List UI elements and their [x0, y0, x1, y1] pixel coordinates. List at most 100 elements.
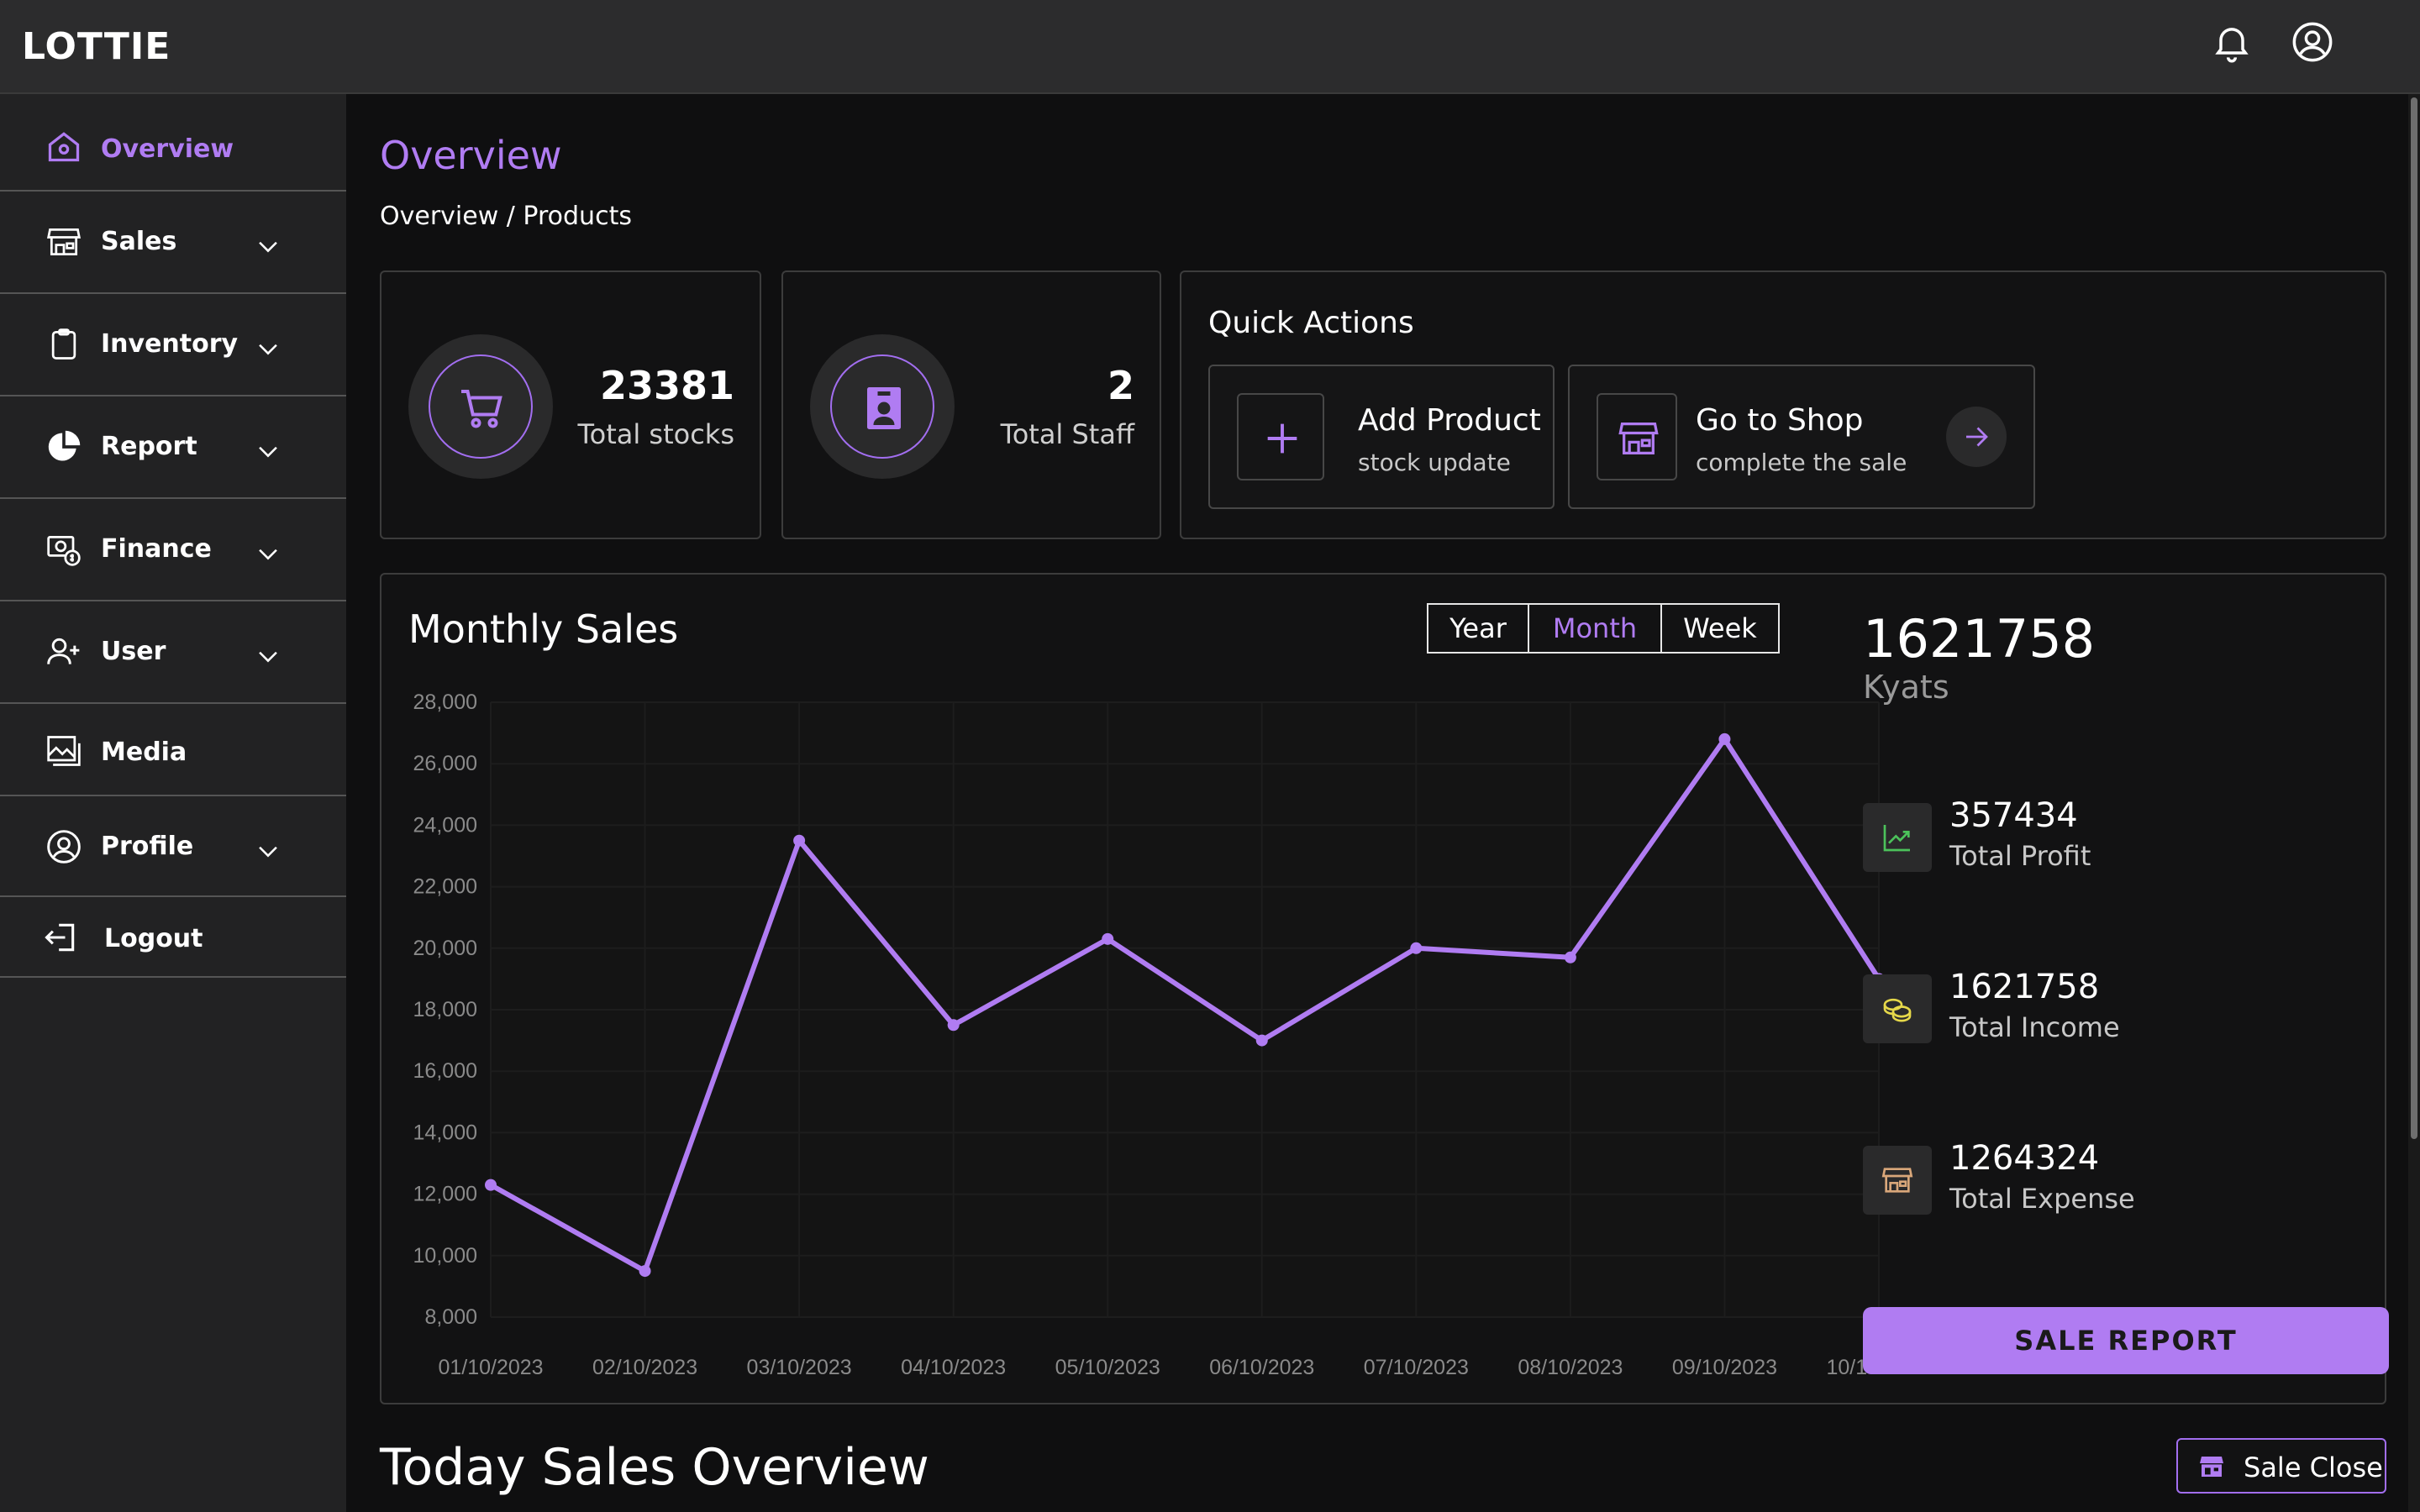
image-icon: [45, 732, 82, 769]
y-tick-label: 18,000: [413, 998, 477, 1021]
y-tick-label: 24,000: [413, 813, 477, 837]
x-tick-label: 05/10/2023: [1055, 1356, 1160, 1379]
app-logo[interactable]: LOTTIE: [22, 25, 171, 68]
income-label: Total Income: [1949, 1011, 2120, 1043]
add-product-sublabel: stock update: [1358, 449, 1511, 476]
x-tick-label: 09/10/2023: [1672, 1356, 1777, 1379]
data-point: [485, 1179, 497, 1191]
sidebar-item-label: Inventory: [101, 329, 239, 359]
x-tick-label: 07/10/2023: [1364, 1356, 1469, 1379]
y-tick-label: 16,000: [413, 1059, 477, 1083]
monthly-sales-card: Monthly Sales Year Month Week 8,000 10,00…: [380, 573, 2389, 1404]
sidebar-item-profile[interactable]: Profile: [0, 796, 346, 897]
data-point: [947, 1019, 960, 1032]
x-tick-label: 02/10/2023: [592, 1356, 697, 1379]
cart-icon: [461, 390, 502, 428]
arrow-right-icon[interactable]: [1946, 407, 2007, 467]
data-point: [639, 1265, 651, 1278]
go-to-shop-sublabel: complete the sale: [1696, 449, 1907, 476]
sidebar-item-user[interactable]: User: [0, 601, 346, 704]
y-tick-label: 14,000: [413, 1121, 477, 1144]
bell-icon[interactable]: [2210, 20, 2254, 64]
profit-value: 357434: [1949, 796, 2078, 835]
trending-up-icon: [1863, 803, 1932, 872]
x-tick-label: 08/10/2023: [1518, 1356, 1623, 1379]
data-point: [1102, 932, 1114, 945]
sidebar-item-logout[interactable]: Logout: [0, 897, 346, 978]
x-tick-label: 01/10/2023: [438, 1356, 543, 1379]
sale-close-label: Sale Close: [2244, 1452, 2383, 1483]
data-point: [1255, 1034, 1268, 1047]
expense-value: 1264324: [1949, 1139, 2100, 1178]
coins-icon: [1863, 974, 1932, 1043]
sidebar-item-finance[interactable]: Finance: [0, 499, 346, 601]
go-to-shop-label: Go to Shop: [1696, 403, 1864, 438]
today-sales-title: Today Sales Overview: [380, 1438, 929, 1497]
account-icon[interactable]: [2291, 20, 2334, 64]
x-tick-label: 04/10/2023: [901, 1356, 1006, 1379]
sidebar-item-sales[interactable]: Sales: [0, 192, 346, 294]
money-icon: [45, 531, 82, 568]
chevron-down-icon[interactable]: [254, 232, 282, 260]
sidebar-item-label: Logout: [104, 924, 203, 953]
data-point: [1718, 732, 1731, 745]
stat-icon-wrapper: [810, 334, 955, 479]
y-tick-label: 12,000: [413, 1183, 477, 1206]
sidebar-item-report[interactable]: Report: [0, 396, 346, 499]
store-icon: [45, 223, 82, 260]
data-point: [1410, 942, 1423, 954]
sidebar-item-overview[interactable]: Overview: [0, 94, 346, 192]
expense-label: Total Expense: [1949, 1183, 2135, 1215]
stat-card-staff: 2 Total Staff: [781, 270, 1161, 539]
y-tick-label: 20,000: [413, 937, 477, 960]
stat-icon-wrapper: [408, 334, 553, 479]
scrollbar-thumb[interactable]: [2411, 97, 2417, 1139]
chevron-down-icon[interactable]: [254, 334, 282, 363]
sidebar-item-label: Sales: [101, 227, 177, 256]
y-tick-label: 8,000: [424, 1305, 477, 1329]
total-sales-unit: Kyats: [1863, 669, 1949, 706]
store-icon: [1863, 1146, 1932, 1215]
chevron-down-icon[interactable]: [254, 642, 282, 670]
account-icon: [45, 828, 82, 865]
y-tick-label: 26,000: [413, 752, 477, 775]
x-tick-label: 03/10/2023: [747, 1356, 852, 1379]
add-product-label: Add Product: [1358, 403, 1541, 438]
breadcrumb[interactable]: Overview / Products: [380, 202, 632, 231]
sidebar-item-label: Finance: [101, 534, 212, 564]
sidebar-item-media[interactable]: Media: [0, 704, 346, 796]
vertical-scrollbar[interactable]: [2408, 94, 2420, 1512]
add-user-icon: [45, 633, 82, 670]
sidebar-item-label: Media: [101, 738, 187, 767]
quick-actions-title: Quick Actions: [1208, 306, 1414, 340]
sidebar-item-label: Report: [101, 432, 197, 461]
stat-label: Total Staff: [1000, 418, 1134, 450]
plus-icon: [1237, 393, 1324, 480]
chevron-down-icon[interactable]: [254, 539, 282, 568]
main-content: Overview Overview / Products 23381 Total…: [346, 94, 2420, 1512]
sidebar: Overview Sales Inventory Report Finance: [0, 94, 346, 1512]
sidebar-item-label: User: [101, 637, 166, 666]
data-point: [793, 834, 806, 847]
y-tick-label: 28,000: [413, 690, 477, 714]
chevron-down-icon[interactable]: [254, 837, 282, 865]
shop-icon: [1597, 393, 1677, 480]
income-value: 1621758: [1949, 968, 2100, 1006]
chevron-down-icon[interactable]: [254, 437, 282, 465]
logout-icon: [42, 919, 79, 956]
quick-actions-card: Quick Actions Add Product stock update G…: [1180, 270, 2386, 539]
home-icon: [45, 128, 82, 165]
sidebar-item-inventory[interactable]: Inventory: [0, 294, 346, 396]
page-title: Overview: [380, 133, 562, 178]
total-sales-value: 1621758: [1863, 608, 2096, 669]
store-icon: [2200, 1457, 2223, 1477]
add-product-button[interactable]: Add Product stock update: [1208, 365, 1555, 509]
y-tick-label: 22,000: [413, 875, 477, 899]
go-to-shop-button[interactable]: Go to Shop complete the sale: [1568, 365, 2035, 509]
stat-label: Total stocks: [577, 418, 735, 450]
data-point: [1564, 951, 1576, 963]
sale-report-button[interactable]: SALE REPORT: [1863, 1307, 2389, 1374]
clipboard-icon: [45, 326, 82, 363]
badge-icon: [867, 387, 901, 429]
sale-close-button[interactable]: Sale Close: [2176, 1438, 2386, 1494]
